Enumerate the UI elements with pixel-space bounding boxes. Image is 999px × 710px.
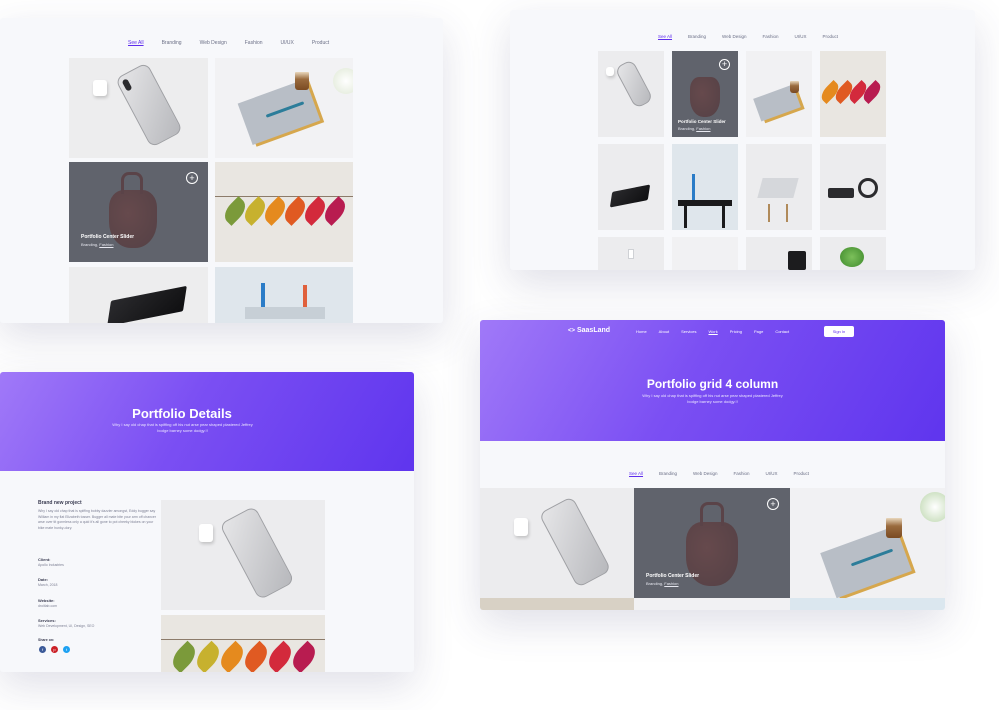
portfolio-item-laptop[interactable] [598,144,664,230]
portfolio-filter-bar: See All Branding Web Design Fashion UI/U… [128,40,329,46]
client-label: Client: [38,557,51,562]
coffee-glass-image [295,72,309,90]
grid-hero: <> SaasLand Home About Services Work Pri… [480,320,945,441]
details-image-iphone [161,500,325,610]
portfolio-item-iphone[interactable] [598,51,664,137]
facebook-icon[interactable]: f [39,646,46,653]
portfolio-item-desk[interactable] [672,144,738,230]
portfolio-item-notebook[interactable] [790,488,945,610]
services-value: Web Development, UI, Design, SEO [38,624,95,628]
filter-see-all[interactable]: See All [629,471,643,476]
filter-web-design[interactable]: Web Design [200,40,227,46]
filter-ui-ux[interactable]: UI/UX [794,34,806,39]
filter-fashion[interactable]: Fashion [762,34,778,39]
nav-services[interactable]: Services [681,329,696,334]
portfolio-item-bag-hover[interactable]: + Portfolio Center Slider Branding, Fash… [69,162,208,262]
twitter-icon[interactable]: t [63,646,70,653]
page-title: Portfolio grid 4 column [646,377,779,391]
portfolio-filter-bar: See All Branding Web Design Fashion UI/U… [629,471,809,476]
portfolio-item-notebook[interactable] [746,51,812,137]
iphone-image [114,62,184,148]
page-subtitle: Why I say old chap that is spiffing off … [112,422,253,433]
portfolio-grid-4col-card: See All Branding Web Design Fashion UI/U… [510,10,975,270]
project-description: Why I say old chap that is spiffing bobb… [38,509,157,530]
overlay-tags: Branding, Fashion [678,126,711,131]
page-title: Portfolio Details [132,406,232,421]
portfolio-item-pattern[interactable] [672,237,738,270]
filter-web-design[interactable]: Web Design [722,34,746,39]
portfolio-item-iphone[interactable] [69,58,208,158]
plus-circle-icon[interactable]: + [719,59,730,70]
filter-see-all[interactable]: See All [658,34,672,39]
sign-in-button[interactable]: Sign In [824,326,854,337]
services-label: Services: [38,618,56,623]
portfolio-filter-bar: See All Branding Web Design Fashion UI/U… [658,34,838,39]
portfolio-item-laptop[interactable] [69,267,208,323]
date-label: Date: [38,577,49,582]
nav-contact[interactable]: Contact [775,329,789,334]
filter-see-all[interactable]: See All [128,40,144,46]
website-label: Website: [38,598,55,603]
portfolio-item-bag-hover[interactable]: + Portfolio Center Slider Branding, Fash… [672,51,738,137]
project-title: Brand new project [38,500,82,506]
laptop-image [107,285,187,323]
filter-fashion[interactable]: Fashion [245,40,263,46]
portfolio-grid-2col-card: See All Branding Web Design Fashion UI/U… [0,18,443,323]
date-value: March, 2018 [38,583,58,587]
airpods-image [93,80,107,96]
portfolio-item-iphone[interactable] [480,488,634,610]
filter-product[interactable]: Product [794,471,810,476]
portfolio-item-bag-hover[interactable]: + Portfolio Center Slider Branding, Fash… [634,488,790,610]
filter-web-design[interactable]: Web Design [693,471,717,476]
nav-pricing[interactable]: Pricing [730,329,742,334]
portfolio-item-notebook[interactable] [215,58,353,158]
portfolio-item-leaves[interactable] [215,162,353,262]
overlay-title: Portfolio Center Slider [646,573,700,579]
portfolio-item-cable[interactable] [598,237,664,270]
website-value[interactable]: droitlab.com [38,604,57,608]
nav-home[interactable]: Home [636,329,647,334]
client-value: Apollo Industries [38,563,64,567]
filter-branding[interactable]: Branding [659,471,677,476]
filter-branding[interactable]: Branding [688,34,706,39]
overlay-tags: Branding, Fashion [646,581,679,586]
plus-circle-icon[interactable]: + [186,172,198,184]
portfolio-item-macbook[interactable] [746,144,812,230]
brand-logo[interactable]: <> SaasLand [568,327,610,334]
portfolio-item-leaves[interactable] [820,51,886,137]
portfolio-details-card: Portfolio Details Why I say old chap tha… [0,372,414,672]
plus-circle-icon[interactable]: + [767,498,779,510]
filter-fashion[interactable]: Fashion [733,471,749,476]
nav-page[interactable]: Page [754,329,763,334]
overlay-title: Portfolio Center Slider [678,119,726,124]
details-hero: Portfolio Details Why I say old chap tha… [0,372,414,471]
filter-branding[interactable]: Branding [162,40,182,46]
portfolio-item-gadgets[interactable] [820,144,886,230]
overlay-tags: Branding, Fashion [81,242,114,247]
portfolio-item-plant[interactable] [820,237,886,270]
portfolio-item-desk[interactable] [215,267,353,323]
portfolio-grid-4col-page-card: <> SaasLand Home About Services Work Pri… [480,320,945,610]
share-label: Share on: [38,638,55,642]
showcase-stage: See All Branding Web Design Fashion UI/U… [0,0,999,710]
logo-mark-icon: <> [568,328,576,334]
main-nav: Home About Services Work Pricing Page Co… [636,329,801,334]
filter-product[interactable]: Product [312,40,329,46]
filter-product[interactable]: Product [823,34,839,39]
overlay-title: Portfolio Center Slider [81,234,135,240]
filter-ui-ux[interactable]: UI/UX [281,40,294,46]
nav-about[interactable]: About [659,329,669,334]
flower-image [333,68,353,94]
page-subtitle: Why I say old chap that is spiffing off … [642,393,783,404]
portfolio-item-calendar[interactable] [746,237,812,270]
pinterest-icon[interactable]: p [51,646,58,653]
filter-ui-ux[interactable]: UI/UX [765,471,777,476]
details-image-leaves [161,615,325,672]
nav-work[interactable]: Work [708,329,717,334]
